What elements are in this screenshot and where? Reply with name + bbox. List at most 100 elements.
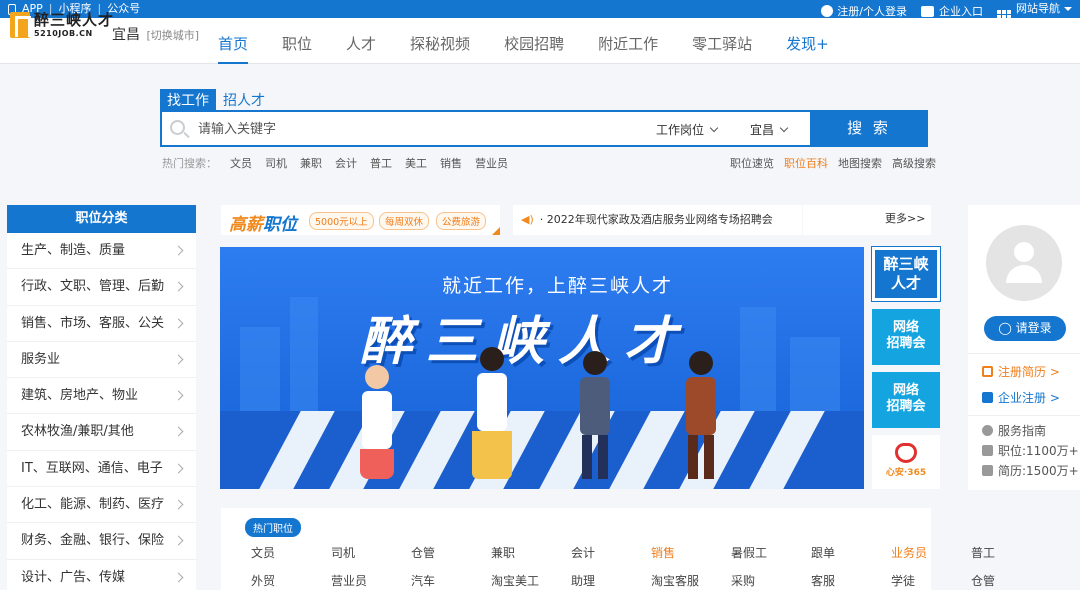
hot-keyword[interactable]: 会计 [335, 155, 357, 171]
site-logo[interactable]: 醉三峡人才 5210JOB.CN [10, 12, 114, 38]
high-salary-promo[interactable]: 高薪职位 5000元以上 每周双休 公费旅游 [221, 205, 500, 235]
hot-job-link[interactable]: 学徒 [891, 572, 971, 589]
caret-down-icon [1064, 7, 1072, 15]
hot-job-link[interactable]: 仓管 [411, 544, 491, 561]
city-value: 宜昌 [750, 123, 775, 137]
chevron-right-icon [173, 535, 184, 546]
promo-title: 高薪职位 [229, 210, 297, 235]
hot-job-link[interactable]: 汽车 [411, 572, 491, 589]
category-item[interactable]: 行政、文职、管理、后勤 [7, 269, 196, 306]
category-item[interactable]: 建筑、房地产、物业 [7, 378, 196, 415]
job-category-panel: 职位分类 生产、制造、质量 行政、文职、管理、后勤 销售、市场、客服、公关 服务… [7, 205, 196, 590]
banner-title: 醉三峡人才 [360, 312, 691, 372]
job-wiki-link[interactable]: 职位百科 [784, 155, 828, 171]
hot-job-link[interactable]: 淘宝客服 [651, 572, 731, 589]
chevron-down-icon [779, 123, 789, 133]
xinan-365-tile[interactable]: 心安·365 [872, 435, 940, 489]
brand-tile[interactable]: 醉三峡 人才 [871, 246, 941, 302]
nav-campus[interactable]: 校园招聘 [504, 33, 564, 64]
city-selector[interactable]: 宜昌 [切换城市] [112, 24, 199, 44]
hot-keyword[interactable]: 兼职 [300, 155, 322, 171]
bulb-icon [982, 425, 993, 436]
tab-find-talent[interactable]: 招人才 [216, 89, 272, 111]
chevron-right-icon [173, 318, 184, 329]
nav-home[interactable]: 首页 [218, 33, 249, 64]
category-item[interactable]: 化工、能源、制药、医疗 [7, 487, 196, 524]
login-button[interactable]: ◯ 请登录 [984, 316, 1066, 341]
promo-title-a: 高薪 [229, 215, 263, 235]
category-item[interactable]: 财务、金融、银行、保险 [7, 523, 196, 560]
search-input[interactable] [198, 118, 618, 140]
city-dropdown[interactable]: 宜昌 [750, 121, 789, 138]
hot-job-link[interactable]: 业务员 [891, 544, 971, 561]
hot-job-link[interactable]: 外贸 [251, 572, 331, 589]
hot-jobs-badge: 热门职位 [245, 518, 301, 537]
book-icon [982, 445, 993, 456]
hero-banner[interactable]: 就近工作，上醉三峡人才 醉三峡人才 [220, 247, 864, 489]
category-item[interactable]: 生产、制造、质量 [7, 233, 196, 270]
hot-job-link[interactable]: 司机 [331, 544, 411, 561]
tile-line: 人才 [890, 274, 921, 292]
hot-jobs-panel: 热门职位 文员 司机 仓管 兼职 会计 销售 暑假工 跟单 业务员 普工 外贸 … [221, 508, 995, 590]
hot-keyword[interactable]: 营业员 [475, 155, 508, 171]
hot-job-link[interactable]: 仓管 [971, 572, 1051, 589]
hot-job-link[interactable]: 跟单 [811, 544, 891, 561]
map-search-link[interactable]: 地图搜索 [838, 155, 882, 171]
tab-find-job[interactable]: 找工作 [160, 89, 216, 110]
notice-text: · 2022年现代家政及酒店服务业网络专场招聘会 [539, 213, 773, 226]
hot-keyword[interactable]: 司机 [265, 155, 287, 171]
hot-keyword[interactable]: 销售 [440, 155, 462, 171]
hot-job-link[interactable]: 客服 [811, 572, 891, 589]
hot-job-link[interactable]: 暑假工 [731, 544, 811, 561]
online-job-fair-tile[interactable]: 网络 招聘会 [872, 309, 940, 365]
online-job-fair-tile[interactable]: 网络 招聘会 [872, 372, 940, 428]
nav-gig[interactable]: 零工驿站 [692, 33, 752, 64]
person-illustration [360, 365, 394, 479]
login-card: ◯ 请登录 注册简历 > 企业注册 > 服务指南 职位:1100万+ 简历:15… [968, 205, 1080, 490]
more-link[interactable]: 更多>> [885, 212, 925, 225]
hot-keyword[interactable]: 文员 [230, 155, 252, 171]
category-item[interactable]: 销售、市场、客服、公关 [7, 306, 196, 342]
company-register-link[interactable]: 企业注册 > [982, 389, 1060, 406]
edit-icon [982, 366, 993, 377]
hot-keyword[interactable]: 美工 [405, 155, 427, 171]
divider [968, 353, 1080, 354]
person-illustration [472, 347, 512, 479]
hot-job-link[interactable]: 营业员 [331, 572, 411, 589]
promo-tag[interactable]: 5000元以上 [309, 212, 374, 230]
briefcase-icon [921, 6, 934, 17]
category-item[interactable]: 设计、广告、传媒 [7, 560, 196, 590]
service-guide-link[interactable]: 服务指南 [982, 422, 1046, 439]
nav-videos[interactable]: 探秘视频 [410, 33, 470, 64]
switch-city-link[interactable]: [切换城市] [146, 29, 199, 42]
nav-nearby[interactable]: 附近工作 [598, 33, 658, 64]
category-item[interactable]: 农林牧渔/兼职/其他 [7, 414, 196, 451]
person-illustration [580, 351, 610, 479]
hot-job-link[interactable]: 文员 [251, 544, 331, 561]
hot-job-link[interactable]: 兼职 [491, 544, 571, 561]
promo-tag[interactable]: 每周双休 [379, 212, 430, 230]
hot-job-link[interactable]: 淘宝美工 [491, 572, 571, 589]
category-item[interactable]: IT、互联网、通信、电子 [7, 451, 196, 488]
hot-keyword[interactable]: 普工 [370, 155, 392, 171]
job-overview-link[interactable]: 职位速览 [730, 155, 774, 171]
chevron-right-icon [173, 354, 184, 365]
promo-tag[interactable]: 公费旅游 [436, 212, 487, 230]
notice-bar[interactable]: ◀) · 2022年现代家政及酒店服务业网络专场招聘会 [513, 205, 802, 235]
search-button[interactable]: 搜 索 [810, 110, 928, 147]
job-type-dropdown[interactable]: 工作岗位 [656, 121, 719, 138]
tile-line: 心安·365 [885, 468, 927, 478]
nav-discover[interactable]: 发现+ [786, 33, 829, 64]
nav-talent[interactable]: 人才 [346, 33, 376, 64]
avatar [986, 225, 1062, 301]
advanced-search-link[interactable]: 高级搜索 [892, 155, 936, 171]
register-resume-link[interactable]: 注册简历 > [982, 363, 1060, 380]
hot-job-link[interactable]: 会计 [571, 544, 651, 561]
city-name: 宜昌 [112, 27, 140, 43]
hot-job-link[interactable]: 销售 [651, 544, 731, 561]
hot-job-link[interactable]: 采购 [731, 572, 811, 589]
nav-jobs[interactable]: 职位 [282, 33, 312, 64]
hot-job-link[interactable]: 普工 [971, 544, 1051, 561]
hot-job-link[interactable]: 助理 [571, 572, 651, 589]
category-item[interactable]: 服务业 [7, 342, 196, 379]
